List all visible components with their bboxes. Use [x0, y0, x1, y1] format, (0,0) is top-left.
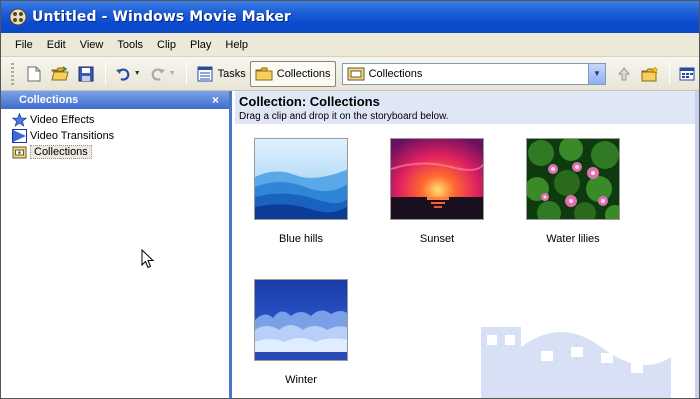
menu-clip[interactable]: Clip	[157, 39, 176, 51]
toolbar-separator	[669, 62, 670, 85]
tree-item-collections[interactable]: Collections	[11, 144, 229, 160]
title-bar[interactable]: Untitled - Windows Movie Maker	[1, 1, 699, 33]
close-icon[interactable]: ×	[212, 93, 219, 107]
toolbar: ▼ ▼ Tasks Collections Collections ▼	[1, 57, 699, 91]
tree-item-label: Collections	[30, 145, 92, 159]
menu-play[interactable]: Play	[190, 39, 211, 51]
up-arrow-folder-icon	[615, 65, 633, 83]
transition-icon	[11, 129, 27, 143]
film-collection-icon	[347, 66, 365, 82]
new-document-icon	[25, 65, 43, 83]
toolbar-separator	[185, 62, 187, 85]
toolbar-grip[interactable]	[11, 62, 14, 85]
tree-item-video-effects[interactable]: Video Effects	[11, 112, 229, 128]
tree-item-video-transitions[interactable]: Video Transitions	[11, 128, 229, 144]
movie-maker-app-icon[interactable]	[9, 8, 27, 26]
movie-maker-window: Untitled - Windows Movie Maker File Edit…	[0, 0, 700, 399]
menu-view[interactable]: View	[80, 39, 104, 51]
menu-file[interactable]: File	[15, 39, 33, 51]
collections-dropdown[interactable]: Collections ▼	[341, 62, 606, 85]
thumbnails-view-icon	[678, 65, 696, 83]
collections-dropdown-value: Collections	[368, 67, 423, 80]
new-folder-icon	[641, 65, 659, 83]
clip-winter[interactable]: Winter	[251, 279, 351, 386]
chevron-down-icon[interactable]: ▼	[134, 70, 141, 77]
film-strip-watermark-icon	[481, 307, 671, 398]
open-folder-icon	[51, 65, 69, 83]
collections-pane-header: Collections ×	[1, 91, 229, 109]
collections-pane-title: Collections	[19, 94, 79, 106]
collections-pane: Collections × Video Effects Video Transi…	[1, 91, 232, 398]
collection-folder-icon	[11, 145, 27, 159]
clip-label: Winter	[285, 374, 317, 386]
clip-thumbnail	[526, 138, 620, 220]
redo-icon	[149, 65, 167, 83]
star-icon	[11, 113, 27, 127]
mouse-cursor-icon	[141, 248, 155, 272]
new-project-button[interactable]	[22, 61, 46, 87]
save-project-button[interactable]	[74, 61, 98, 87]
up-level-button[interactable]	[612, 61, 636, 87]
chevron-down-icon[interactable]: ▼	[588, 63, 605, 84]
menu-edit[interactable]: Edit	[47, 39, 66, 51]
menu-help[interactable]: Help	[225, 39, 248, 51]
tasks-button-label: Tasks	[217, 67, 246, 80]
clip-thumbnail	[254, 138, 348, 220]
clip-label: Blue hills	[278, 233, 324, 245]
collections-tree: Video Effects Video Transitions Collecti…	[1, 109, 229, 160]
content-scrollbar[interactable]	[695, 91, 699, 398]
tasks-button[interactable]: Tasks	[192, 61, 250, 87]
content-subtitle: Drag a clip and drop it on the storyboar…	[239, 111, 449, 122]
tasks-list-icon	[196, 65, 214, 83]
save-disk-icon	[77, 65, 95, 83]
window-title: Untitled - Windows Movie Maker	[32, 9, 291, 25]
collection-content-pane: Collection: Collections Drag a clip and …	[235, 91, 699, 398]
views-button[interactable]	[675, 61, 699, 87]
clip-water-lilies[interactable]: Water lilies	[523, 138, 623, 245]
tree-item-label: Video Transitions	[30, 130, 115, 142]
collections-folder-icon	[255, 65, 273, 83]
chevron-down-icon[interactable]: ▼	[169, 70, 176, 77]
tree-item-label: Video Effects	[30, 114, 95, 126]
clip-thumbnail	[390, 138, 484, 220]
content-title: Collection: Collections	[239, 94, 380, 109]
undo-icon	[114, 65, 132, 83]
menu-tools[interactable]: Tools	[117, 39, 143, 51]
redo-button[interactable]: ▼	[146, 61, 179, 87]
clip-label: Water lilies	[546, 233, 600, 245]
toolbar-separator	[104, 62, 106, 85]
open-project-button[interactable]	[48, 61, 72, 87]
clip-sunset[interactable]: Sunset	[387, 138, 487, 245]
content-header: Collection: Collections Drag a clip and …	[235, 91, 699, 124]
undo-button[interactable]: ▼	[111, 61, 144, 87]
collections-button-label: Collections	[276, 67, 331, 80]
new-collection-button[interactable]	[638, 61, 662, 87]
clip-blue-hills[interactable]: Blue hills	[251, 138, 351, 245]
menu-bar: File Edit View Tools Clip Play Help	[1, 33, 699, 57]
clip-label: Sunset	[419, 233, 455, 245]
collections-button[interactable]: Collections	[249, 60, 336, 87]
clip-thumbnail	[254, 279, 348, 361]
